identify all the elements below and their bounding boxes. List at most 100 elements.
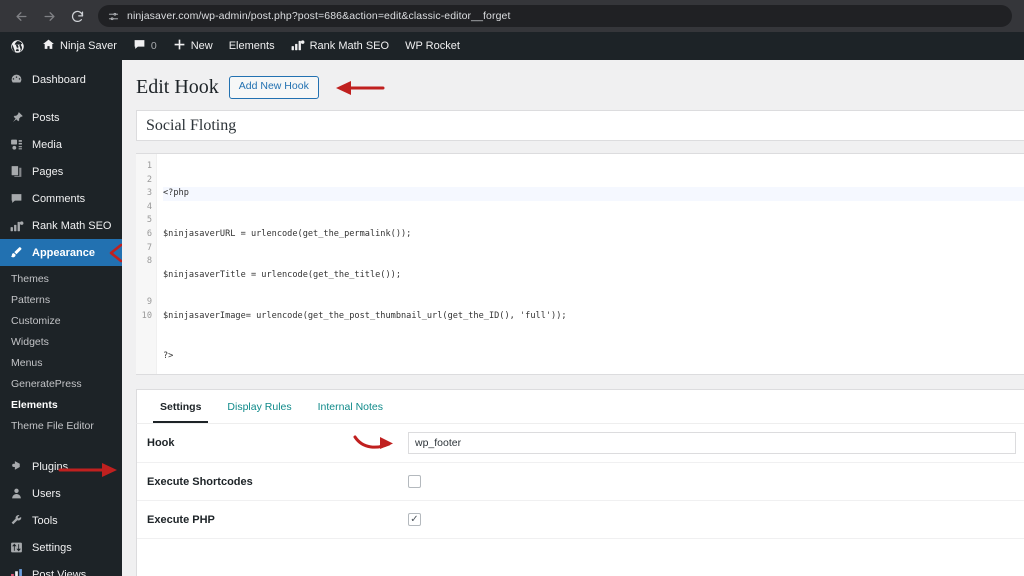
setting-label-execute-php: Execute PHP (147, 513, 215, 526)
code-text[interactable]: <?php $ninjasaverURL = urlencode(get_the… (157, 154, 1024, 374)
sidebar-item-comments[interactable]: Comments (0, 185, 122, 212)
comments-icon (9, 191, 24, 206)
hook-title-input[interactable]: Social Floting (136, 110, 1024, 141)
sidebar-item-tools[interactable]: Tools (0, 507, 122, 534)
url-text: ninjasaver.com/wp-admin/post.php?post=68… (127, 10, 511, 22)
hook-title-value: Social Floting (146, 116, 237, 134)
submenu-label-elements: Elements (11, 398, 58, 411)
sidebar-item-theme-file-editor[interactable]: Theme File Editor (0, 415, 122, 436)
line-number-wrap (136, 337, 152, 351)
checkmark-icon: ✓ (410, 514, 419, 525)
setting-label-execute-shortcodes: Execute Shortcodes (147, 475, 253, 488)
annotation-arrow-add-new (333, 79, 385, 97)
setting-row-execute-shortcodes: Execute Shortcodes (137, 463, 1024, 501)
annotation-arrow-hook (353, 433, 395, 453)
sidebar-label-plugins: Plugins (32, 460, 69, 473)
sidebar-item-themes[interactable]: Themes (0, 268, 122, 289)
users-icon (9, 486, 24, 501)
sidebar-item-users[interactable]: Users (0, 480, 122, 507)
execute-php-checkbox[interactable]: ✓ (408, 513, 421, 526)
admin-shell: Dashboard Posts Media Pages Comments Ran… (0, 60, 1024, 576)
line-number-wrap (136, 282, 152, 296)
annotation-arrowhead-appearance (106, 243, 122, 263)
browser-toolbar: ninjasaver.com/wp-admin/post.php?post=68… (0, 0, 1024, 32)
line-number: 9 (146, 296, 152, 307)
sidebar-label-settings: Settings (32, 541, 72, 554)
line-number: 2 (146, 174, 152, 185)
appearance-submenu: Themes Patterns Customize Widgets Menus … (0, 266, 122, 442)
sidebar-item-media[interactable]: Media (0, 131, 122, 158)
sidebar-item-post-views[interactable]: Post Views (0, 561, 122, 576)
address-bar[interactable]: ninjasaver.com/wp-admin/post.php?post=68… (98, 5, 1012, 27)
wp-rocket-menu[interactable]: WP Rocket (397, 32, 468, 60)
sidebar-label-tools: Tools (32, 514, 58, 527)
submenu-label-widgets: Widgets (11, 335, 49, 348)
sidebar-item-customize[interactable]: Customize (0, 310, 122, 331)
sidebar-label-users: Users (32, 487, 61, 500)
submenu-label-customize: Customize (11, 314, 61, 327)
setting-row-partial (137, 539, 1024, 576)
brush-icon (9, 245, 24, 260)
comments-count: 0 (150, 40, 157, 52)
sidebar-label-post-views: Post Views (32, 568, 87, 576)
submenu-label-patterns: Patterns (11, 293, 51, 306)
sidebar-item-menus[interactable]: Menus (0, 352, 122, 373)
sidebar-label-media: Media (32, 138, 62, 151)
new-content-menu[interactable]: New (165, 32, 221, 60)
site-settings-icon[interactable] (108, 11, 119, 22)
new-label: New (190, 40, 213, 52)
tab-label-display-rules: Display Rules (227, 400, 292, 413)
code-editor[interactable]: 1 2 3 4 5 6 7 8 9 10 <?php $ninjasaverUR… (136, 153, 1024, 375)
back-icon[interactable] (8, 3, 34, 29)
sidebar-item-appearance[interactable]: Appearance (0, 239, 122, 266)
page-title: Edit Hook (136, 76, 219, 98)
forward-icon[interactable] (36, 3, 62, 29)
line-number: 4 (146, 201, 152, 212)
page-header: Edit Hook Add New Hook (122, 60, 1024, 99)
sidebar-item-patterns[interactable]: Patterns (0, 289, 122, 310)
sidebar-label-rank-math-seo: Rank Math SEO (32, 219, 112, 232)
setting-control-execute-shortcodes (395, 475, 1024, 488)
sidebar-item-elements[interactable]: Elements (0, 394, 122, 415)
sidebar-item-pages[interactable]: Pages (0, 158, 122, 185)
add-new-hook-button[interactable]: Add New Hook (228, 76, 319, 99)
comment-bubble-icon (133, 38, 146, 54)
wprocket-label: WP Rocket (405, 40, 460, 52)
sidebar-item-rank-math-seo[interactable]: Rank Math SEO (0, 212, 122, 239)
wordpress-logo-icon[interactable] (0, 32, 34, 60)
setting-control-hook: wp_footer (353, 432, 1024, 454)
comments-menu[interactable]: 0 (125, 32, 165, 60)
line-number: 6 (146, 228, 152, 239)
tab-settings[interactable]: Settings (147, 390, 214, 423)
pin-icon (9, 110, 24, 125)
sidebar-label-dashboard: Dashboard (32, 73, 86, 86)
sidebar-item-settings[interactable]: Settings (0, 534, 122, 561)
sidebar-item-dashboard[interactable]: Dashboard (0, 66, 122, 93)
sidebar-item-widgets[interactable]: Widgets (0, 331, 122, 352)
execute-shortcodes-checkbox[interactable] (408, 475, 421, 488)
line-number-wrap (136, 364, 152, 374)
elements-menu[interactable]: Elements (221, 32, 283, 60)
barchart-icon (9, 567, 24, 576)
sidebar-item-posts[interactable]: Posts (0, 104, 122, 131)
hook-name-value: wp_footer (415, 437, 462, 449)
sidebar-item-plugins[interactable]: Plugins (0, 453, 122, 480)
hook-name-input[interactable]: wp_footer (408, 432, 1016, 454)
wp-admin-bar: Ninja Saver 0 New Elements Rank Math SEO… (0, 32, 1024, 60)
code-line: <?php (163, 187, 1024, 201)
setting-row-hook: Hook wp_footer (137, 424, 1024, 463)
plugins-icon (9, 459, 24, 474)
site-name-menu[interactable]: Ninja Saver (34, 32, 125, 60)
sidebar-label-pages: Pages (32, 165, 64, 178)
rank-math-menu[interactable]: Rank Math SEO (283, 32, 397, 60)
line-number: 7 (146, 242, 152, 253)
sidebar-item-generatepress[interactable]: GeneratePress (0, 373, 122, 394)
reload-icon[interactable] (64, 3, 90, 29)
site-name-label: Ninja Saver (60, 40, 117, 52)
submenu-label-theme-file-editor: Theme File Editor (11, 419, 94, 432)
tab-internal-notes[interactable]: Internal Notes (305, 390, 396, 423)
code-line: $ninjasaverImage= urlencode(get_the_post… (163, 310, 567, 321)
sidebar-label-posts: Posts (32, 111, 60, 124)
code-line: $ninjasaverURL = urlencode(get_the_perma… (163, 228, 412, 239)
tab-display-rules[interactable]: Display Rules (214, 390, 304, 423)
